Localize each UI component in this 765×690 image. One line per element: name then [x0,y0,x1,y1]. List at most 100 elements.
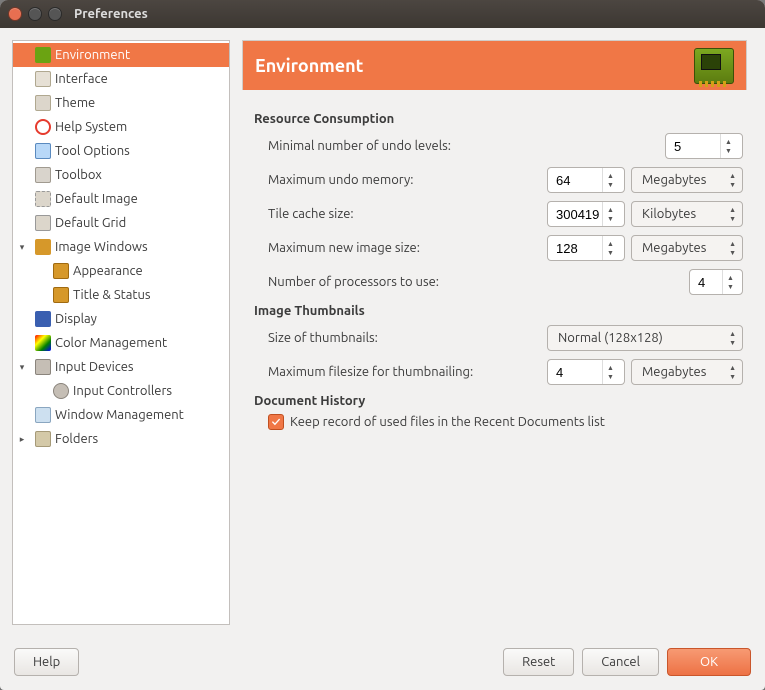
cancel-button[interactable]: Cancel [582,648,659,676]
checkbox-keep-history[interactable]: ✓ [268,414,284,430]
sidebar-item-label: Title & Status [73,288,151,302]
combo-tile-cache-unit[interactable]: Kilobytes ▲▼ [631,201,743,227]
spin-arrows-icon[interactable]: ▲▼ [722,270,738,294]
combo-thumb-size[interactable]: Normal (128x128) ▲▼ [547,325,743,351]
body: EnvironmentInterfaceThemeHelp SystemTool… [0,28,765,637]
sidebar-item-input-devices[interactable]: ▾ Input Devices [13,355,229,379]
input-processors[interactable] [696,274,722,291]
spin-arrows-icon[interactable]: ▲▼ [602,168,618,192]
row-tile-cache: Tile cache size: ▲▼ Kilobytes ▲▼ [268,200,743,228]
spin-undo-levels[interactable]: ▲▼ [665,133,743,159]
preferences-window: Preferences EnvironmentInterfaceThemeHel… [0,0,765,690]
chevron-updown-icon: ▲▼ [729,172,736,189]
maximize-icon[interactable] [48,7,62,21]
default-image-icon [35,191,51,207]
combo-max-image-unit[interactable]: Megabytes ▲▼ [631,235,743,261]
sidebar-item-title-status[interactable]: Title & Status [13,283,229,307]
sidebar-item-label: Image Windows [55,240,148,254]
spin-arrows-icon[interactable]: ▲▼ [720,134,736,158]
row-max-image: Maximum new image size: ▲▼ Megabytes ▲▼ [268,234,743,262]
combo-thumb-maxfile-unit[interactable]: Megabytes ▲▼ [631,359,743,385]
collapse-icon[interactable]: ▾ [17,362,27,373]
sidebar-item-image-windows[interactable]: ▾ Image Windows [13,235,229,259]
combo-text: Kilobytes [642,207,696,221]
sidebar-item-label: Default Grid [55,216,126,230]
sidebar: EnvironmentInterfaceThemeHelp SystemTool… [12,40,230,625]
page-header: Environment [242,40,747,90]
minimize-icon[interactable] [28,7,42,21]
row-undo-memory: Maximum undo memory: ▲▼ Megabytes ▲▼ [268,166,743,194]
input-max-image[interactable] [554,240,602,257]
sidebar-item-help-system[interactable]: Help System [13,115,229,139]
sidebar-item-color-management[interactable]: Color Management [13,331,229,355]
sidebar-item-default-grid[interactable]: Default Grid [13,211,229,235]
color-management-icon [35,335,51,351]
label-keep-history: Keep record of used files in the Recent … [290,415,605,429]
sidebar-item-toolbox[interactable]: Toolbox [13,163,229,187]
collapse-icon[interactable]: ▾ [17,242,27,253]
label-processors: Number of processors to use: [268,275,689,289]
section-thumbs-title: Image Thumbnails [254,304,743,318]
sidebar-item-label: Input Devices [55,360,134,374]
ok-button[interactable]: OK [667,648,751,676]
sidebar-item-tool-options[interactable]: Tool Options [13,139,229,163]
window-management-icon [35,407,51,423]
spin-tile-cache[interactable]: ▲▼ [547,201,625,227]
spin-max-image[interactable]: ▲▼ [547,235,625,261]
spin-undo-memory[interactable]: ▲▼ [547,167,625,193]
sidebar-item-window-management[interactable]: Window Management [13,403,229,427]
chevron-updown-icon: ▲▼ [729,330,736,347]
combo-text: Megabytes [642,241,706,255]
chevron-updown-icon: ▲▼ [729,206,736,223]
sidebar-item-theme[interactable]: Theme [13,91,229,115]
input-undo-memory[interactable] [554,172,602,189]
sidebar-item-label: Appearance [73,264,143,278]
spin-arrows-icon[interactable]: ▲▼ [602,202,618,226]
label-tile-cache: Tile cache size: [268,207,547,221]
sidebar-item-appearance[interactable]: Appearance [13,259,229,283]
close-icon[interactable] [8,7,22,21]
environment-icon [35,47,51,63]
label-max-image: Maximum new image size: [268,241,547,255]
sidebar-item-folders[interactable]: ▸ Folders [13,427,229,451]
sidebar-item-label: Folders [55,432,98,446]
spin-arrows-icon[interactable]: ▲▼ [602,360,618,384]
spin-thumb-maxfile[interactable]: ▲▼ [547,359,625,385]
content-panel: Environment Resource Consumption Minimal… [242,40,753,625]
interface-icon [35,71,51,87]
sidebar-item-label: Window Management [55,408,184,422]
sidebar-item-environment[interactable]: Environment [13,43,229,67]
row-thumb-maxfile: Maximum filesize for thumbnailing: ▲▼ Me… [268,358,743,386]
footer: Help Reset Cancel OK [0,637,765,690]
help-system-icon [35,119,51,135]
sidebar-item-input-controllers[interactable]: Input Controllers [13,379,229,403]
sidebar-item-label: Interface [55,72,108,86]
reset-button[interactable]: Reset [503,648,574,676]
section-history-title: Document History [254,394,743,408]
combo-text: Normal (128x128) [558,331,663,345]
input-undo-levels[interactable] [672,138,720,155]
expand-icon[interactable]: ▸ [17,434,27,445]
input-thumb-maxfile[interactable] [554,364,602,381]
combo-text: Megabytes [642,365,706,379]
label-undo-levels: Minimal number of undo levels: [268,139,665,153]
row-thumb-size: Size of thumbnails: Normal (128x128) ▲▼ [268,324,743,352]
input-devices-icon [35,359,51,375]
titlebar: Preferences [0,0,765,28]
appearance-icon [53,263,69,279]
sidebar-item-default-image[interactable]: Default Image [13,187,229,211]
label-thumb-size: Size of thumbnails: [268,331,547,345]
sidebar-item-interface[interactable]: Interface [13,67,229,91]
spin-processors[interactable]: ▲▼ [689,269,743,295]
chevron-updown-icon: ▲▼ [729,240,736,257]
input-tile-cache[interactable] [554,206,602,223]
help-button[interactable]: Help [14,648,79,676]
sidebar-item-display[interactable]: Display [13,307,229,331]
combo-undo-memory-unit[interactable]: Megabytes ▲▼ [631,167,743,193]
spin-arrows-icon[interactable]: ▲▼ [602,236,618,260]
environment-form: Resource Consumption Minimal number of u… [242,90,747,434]
theme-icon [35,95,51,111]
environment-chip-icon [694,48,734,84]
sidebar-item-label: Input Controllers [73,384,172,398]
row-keep-history: ✓ Keep record of used files in the Recen… [268,414,743,430]
